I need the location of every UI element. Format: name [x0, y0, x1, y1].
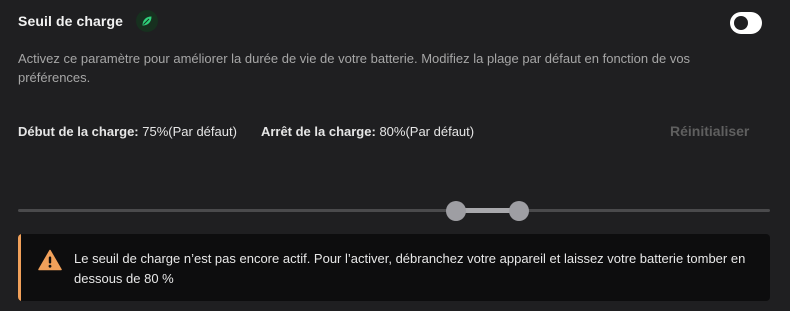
slider-track [18, 209, 770, 212]
leaf-icon [135, 10, 158, 32]
charge-stop-group: Arrêt de la charge: 80%(Par défaut) [261, 124, 474, 139]
charge-start-group: Début de la charge: 75%(Par défaut) [18, 124, 237, 139]
charge-values-row: Début de la charge: 75%(Par défaut) Arrê… [18, 124, 498, 139]
charge-range-slider[interactable] [18, 200, 770, 222]
charge-threshold-panel: Seuil de charge Activez ce paramètre pou… [0, 0, 790, 311]
warning-message: Le seuil de charge n’est pas encore acti… [74, 251, 746, 286]
charge-stop-value: 80%(Par défaut) [379, 124, 475, 139]
charge-start-value: 75%(Par défaut) [142, 124, 237, 139]
slider-end-thumb[interactable] [509, 201, 529, 221]
warning-accent-bar [18, 234, 21, 301]
charge-stop-label: Arrêt de la charge: [260, 124, 376, 139]
toggle-knob [734, 16, 748, 30]
section-description: Activez ce paramètre pour améliorer la d… [18, 51, 691, 85]
reset-button[interactable]: Réinitialiser [670, 123, 749, 139]
charge-threshold-toggle[interactable] [730, 12, 762, 34]
charge-start-label: Début de la charge: [18, 124, 139, 139]
slider-start-thumb[interactable] [446, 201, 466, 221]
warning-banner: Le seuil de charge n’est pas encore acti… [18, 234, 770, 301]
warning-triangle-icon [38, 249, 62, 271]
section-header: Seuil de charge [18, 10, 158, 32]
section-title: Seuil de charge [18, 13, 123, 29]
